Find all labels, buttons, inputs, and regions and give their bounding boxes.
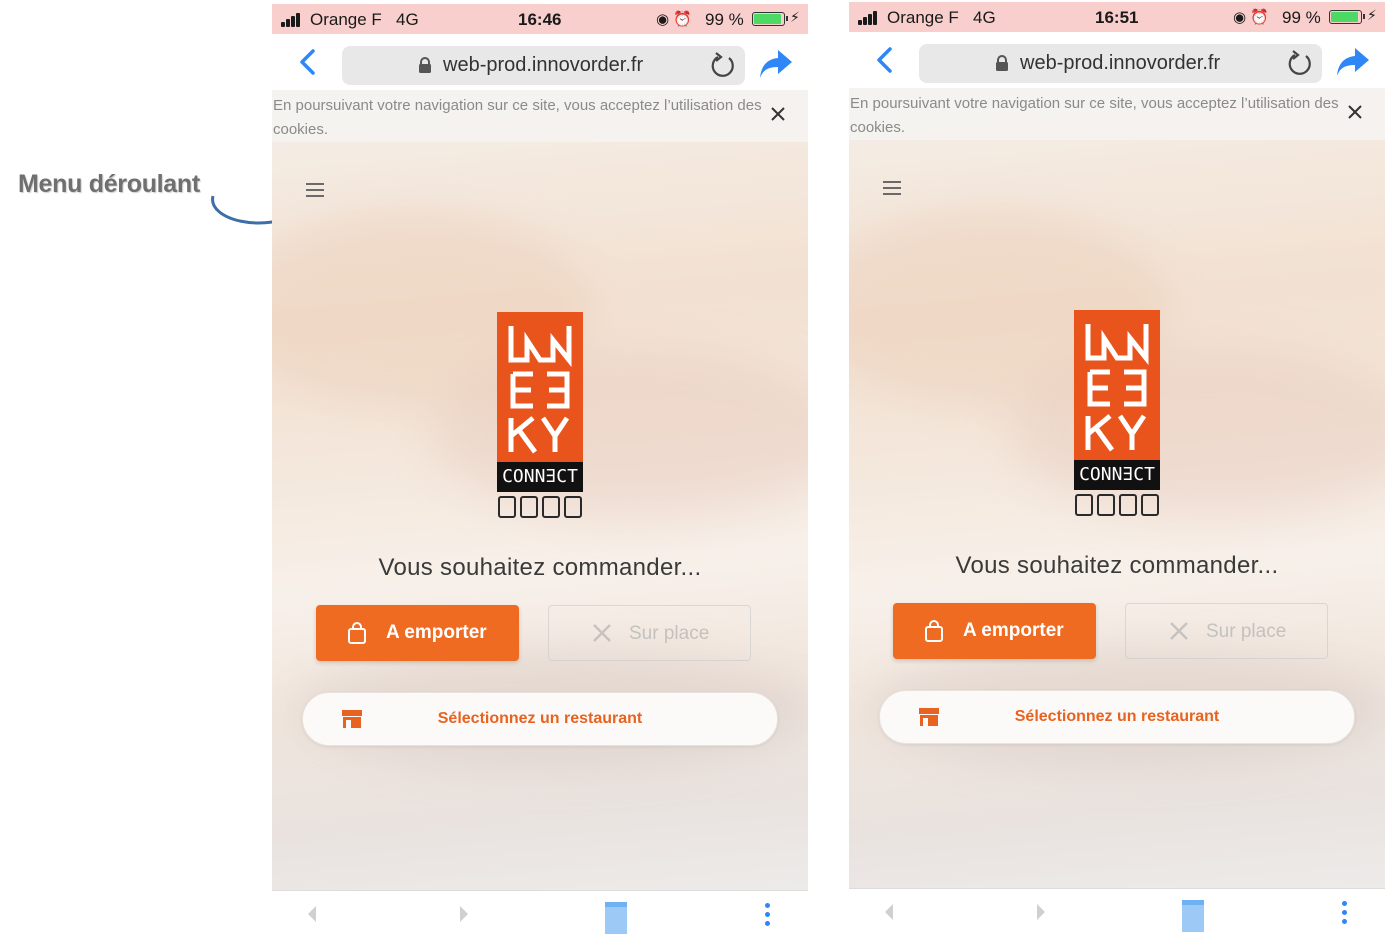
battery-icon [752, 12, 788, 26]
logo-connect-text: CONN∃CT [1074, 460, 1160, 490]
signal-bars-icon [858, 11, 882, 25]
order-question: Vous souhaitez commander... [955, 552, 1279, 579]
onsite-label: Sur place [629, 623, 710, 644]
phone-screen-left: Orange F 4G 16:46 ◉ ⏰ 99 % ⚡ web-prod.in… [272, 4, 808, 938]
select-restaurant-button[interactable]: Sélectionnez un restaurant [302, 692, 778, 746]
more-icon[interactable] [1342, 901, 1348, 925]
clock: 16:51 [1095, 8, 1139, 27]
onsite-label: Sur place [1206, 621, 1287, 642]
logo-icons [497, 496, 583, 520]
carrier-label: Orange F 4G [887, 8, 996, 27]
battery-percent: 99 % [705, 10, 744, 29]
share-icon[interactable] [758, 48, 794, 80]
url-text: web-prod.innovorder.fr [443, 54, 644, 76]
hamburger-menu-icon[interactable] [883, 181, 901, 195]
status-bar: Orange F 4G 16:51 ◉ ⏰ 99 % ⚡ [849, 2, 1385, 32]
carrier-label: Orange F 4G [310, 10, 419, 29]
cookie-text: En poursuivant votre navigation sur ce s… [273, 97, 762, 138]
back-chevron-icon[interactable] [873, 46, 897, 74]
weeky-connect-logo: CONN∃CT [1074, 310, 1160, 518]
shopping-bag-icon [925, 620, 943, 642]
lock-icon [419, 57, 431, 73]
phone-screen-right: Orange F 4G 16:51 ◉ ⏰ 99 % ⚡ web-prod.in… [849, 2, 1385, 936]
signal-bars-icon [281, 13, 305, 27]
onsite-button[interactable]: Sur place [548, 605, 751, 661]
page-content: En poursuivant votre navigation sur ce s… [849, 88, 1385, 888]
close-icon[interactable] [770, 106, 786, 122]
share-icon[interactable] [1335, 46, 1371, 78]
url-field[interactable]: web-prod.innovorder.fr [919, 44, 1322, 83]
forward-arrow-icon[interactable] [1035, 903, 1047, 921]
cookie-text: En poursuivant votre navigation sur ce s… [850, 95, 1339, 136]
browser-toolbar [849, 888, 1385, 936]
cookie-banner: En poursuivant votre navigation sur ce s… [849, 88, 1385, 140]
cookie-banner: En poursuivant votre navigation sur ce s… [272, 90, 808, 142]
cutlery-icon [593, 624, 611, 642]
reload-icon[interactable] [1286, 50, 1314, 78]
browser-toolbar [272, 890, 808, 938]
url-text: web-prod.innovorder.fr [1020, 52, 1221, 74]
close-icon[interactable] [1347, 104, 1363, 120]
shopping-bag-icon [348, 622, 366, 644]
select-restaurant-label: Sélectionnez un restaurant [437, 710, 643, 727]
logo-connect-text: CONN∃CT [497, 462, 583, 492]
battery-percent: 99 % [1282, 8, 1321, 27]
logo-icons [1074, 494, 1160, 518]
hamburger-menu-icon[interactable] [306, 183, 324, 197]
annotation-label: Menu déroulant [18, 170, 200, 198]
back-chevron-icon[interactable] [296, 48, 320, 76]
bookmark-icon[interactable] [604, 901, 628, 935]
takeaway-label: A emporter [386, 622, 487, 643]
status-icons: ◉ ⏰ [1233, 9, 1269, 26]
battery-icon [1329, 10, 1365, 24]
takeaway-button[interactable]: A emporter [316, 605, 519, 661]
more-icon[interactable] [765, 903, 771, 927]
page-content: En poursuivant votre navigation sur ce s… [272, 90, 808, 890]
url-field[interactable]: web-prod.innovorder.fr [342, 46, 745, 85]
charging-icon: ⚡ [790, 9, 800, 25]
status-icons: ◉ ⏰ [656, 11, 692, 28]
onsite-button[interactable]: Sur place [1125, 603, 1328, 659]
cutlery-icon [1170, 622, 1188, 640]
browser-address-bar: web-prod.innovorder.fr [849, 32, 1385, 88]
takeaway-button[interactable]: A emporter [893, 603, 1096, 659]
bookmark-icon[interactable] [1181, 899, 1205, 933]
browser-address-bar: web-prod.innovorder.fr [272, 34, 808, 90]
back-arrow-icon[interactable] [306, 905, 318, 923]
status-bar: Orange F 4G 16:46 ◉ ⏰ 99 % ⚡ [272, 4, 808, 34]
clock: 16:46 [518, 10, 562, 29]
reload-icon[interactable] [709, 52, 737, 80]
takeaway-label: A emporter [963, 620, 1064, 641]
weeky-connect-logo: CONN∃CT [497, 312, 583, 520]
back-arrow-icon[interactable] [883, 903, 895, 921]
select-restaurant-button[interactable]: Sélectionnez un restaurant [879, 690, 1355, 744]
charging-icon: ⚡ [1367, 7, 1377, 23]
lock-icon [996, 55, 1008, 71]
forward-arrow-icon[interactable] [458, 905, 470, 923]
order-question: Vous souhaitez commander... [378, 554, 702, 581]
select-restaurant-label: Sélectionnez un restaurant [1014, 708, 1220, 725]
